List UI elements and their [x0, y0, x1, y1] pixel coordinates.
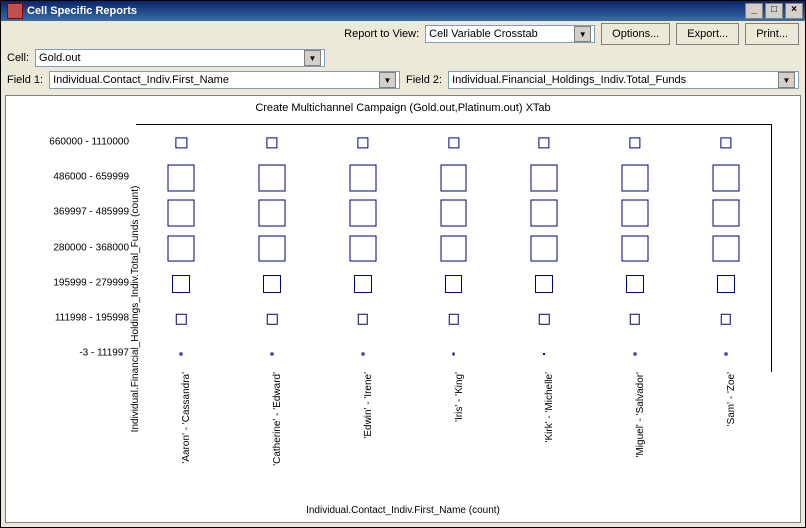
chart-area: Create Multichannel Campaign (Gold.out,P…: [5, 95, 801, 523]
maximize-button[interactable]: □: [765, 3, 783, 19]
x-tick-label: 'Miguel' - 'Salvador': [635, 372, 646, 457]
crosstab-cell: [629, 137, 640, 148]
crosstab-cell: [271, 353, 274, 356]
crosstab-cell: [180, 353, 183, 356]
field1-label: Field 1:: [7, 74, 43, 86]
crosstab-cell: [717, 275, 735, 293]
crosstab-cell: [452, 353, 455, 356]
crosstab-cell: [531, 164, 558, 191]
field1-value: Individual.Contact_Indiv.First_Name: [53, 74, 377, 86]
crosstab-cell: [172, 275, 190, 293]
crosstab-cell: [712, 235, 739, 262]
report-to-view-label: Report to View:: [344, 28, 419, 40]
crosstab-cell: [539, 314, 549, 324]
crosstab-cell: [357, 137, 368, 148]
crosstab-cell: [440, 235, 467, 262]
chevron-down-icon: ▼: [304, 50, 321, 66]
crosstab-cell: [176, 314, 186, 324]
print-button[interactable]: Print...: [745, 23, 799, 45]
titlebar: Cell Specific Reports _ □ ×: [1, 1, 805, 21]
chevron-down-icon: ▼: [379, 72, 396, 88]
crosstab-cell: [259, 200, 286, 227]
crosstab-cell: [621, 235, 648, 262]
chevron-down-icon: ▼: [778, 72, 795, 88]
crosstab-cell: [259, 164, 286, 191]
plot-area: [136, 124, 772, 372]
crosstab-cell: [720, 137, 731, 148]
crosstab-cell: [440, 200, 467, 227]
field-row: Field 1: Individual.Contact_Indiv.First_…: [1, 69, 805, 91]
crosstab-cell: [543, 353, 545, 355]
x-tick-label: 'Kirk' - 'Michelle': [544, 372, 555, 442]
y-tick-label: 195999 - 279999: [53, 277, 129, 288]
crosstab-cell: [168, 164, 195, 191]
cell-select[interactable]: Gold.out ▼: [35, 49, 325, 67]
crosstab-cell: [621, 200, 648, 227]
crosstab-cell: [266, 137, 277, 148]
y-tick-label: 280000 - 368000: [53, 242, 129, 253]
minimize-button[interactable]: _: [745, 3, 763, 19]
export-button[interactable]: Export...: [676, 23, 739, 45]
window-frame: Cell Specific Reports _ □ × Report to Vi…: [0, 0, 806, 528]
field1-select[interactable]: Individual.Contact_Indiv.First_Name ▼: [49, 71, 400, 89]
x-tick-label: 'Aaron' - 'Cassandra': [181, 372, 192, 464]
window-title: Cell Specific Reports: [27, 5, 743, 17]
chevron-down-icon: ▼: [574, 26, 591, 42]
y-tick-label: 660000 - 1110000: [49, 136, 129, 147]
crosstab-cell: [349, 164, 376, 191]
options-button[interactable]: Options...: [601, 23, 670, 45]
crosstab-cell: [263, 275, 281, 293]
report-to-view-select[interactable]: Cell Variable Crosstab ▼: [425, 25, 595, 43]
cell-row: Cell: Gold.out ▼: [1, 47, 805, 69]
crosstab-cell: [168, 235, 195, 262]
y-tick-label: 369997 - 485999: [53, 207, 129, 218]
crosstab-cell: [712, 164, 739, 191]
y-tick-label: 486000 - 659999: [53, 171, 129, 182]
crosstab-cell: [621, 164, 648, 191]
field2-select[interactable]: Individual.Financial_Holdings_Indiv.Tota…: [448, 71, 799, 89]
x-tick-label: 'Sam' - 'Zoe': [726, 372, 737, 426]
crosstab-cell: [267, 314, 277, 324]
crosstab-cell: [349, 235, 376, 262]
crosstab-cell: [531, 235, 558, 262]
field2-value: Individual.Financial_Holdings_Indiv.Tota…: [452, 74, 776, 86]
cell-label: Cell:: [7, 52, 29, 64]
crosstab-cell: [361, 353, 364, 356]
chart-title: Create Multichannel Campaign (Gold.out,P…: [6, 96, 800, 120]
crosstab-cell: [539, 137, 550, 148]
crosstab-cell: [354, 275, 372, 293]
crosstab-cell: [630, 314, 640, 324]
crosstab-cell: [724, 353, 727, 356]
x-tick-label: 'Iris' - 'King': [454, 372, 465, 422]
cell-value: Gold.out: [39, 52, 302, 64]
crosstab-cell: [626, 275, 644, 293]
report-to-view-value: Cell Variable Crosstab: [429, 28, 572, 40]
crosstab-cell: [448, 314, 458, 324]
x-axis-title: Individual.Contact_Indiv.First_Name (cou…: [6, 505, 800, 516]
crosstab-cell: [712, 200, 739, 227]
app-icon: [7, 3, 23, 19]
y-axis-labels: 660000 - 1110000486000 - 659999369997 - …: [71, 124, 131, 372]
y-tick-label: 111998 - 195998: [55, 313, 129, 324]
crosstab-cell: [531, 200, 558, 227]
crosstab-cell: [445, 275, 463, 293]
crosstab-cell: [176, 137, 187, 148]
crosstab-cell: [440, 164, 467, 191]
toolbar: Report to View: Cell Variable Crosstab ▼…: [1, 21, 805, 47]
close-button[interactable]: ×: [785, 3, 803, 19]
crosstab-cell: [358, 314, 368, 324]
crosstab-cell: [448, 137, 459, 148]
crosstab-cell: [535, 275, 553, 293]
crosstab-cell: [720, 314, 730, 324]
x-tick-label: 'Catherine' - 'Edward': [272, 372, 283, 466]
crosstab-cell: [349, 200, 376, 227]
crosstab-cell: [633, 353, 636, 356]
field2-label: Field 2:: [406, 74, 442, 86]
x-tick-label: 'Edwin' - 'Irene': [363, 372, 374, 439]
y-tick-label: -3 - 111997: [79, 348, 129, 359]
crosstab-cell: [168, 200, 195, 227]
crosstab-cell: [259, 235, 286, 262]
x-axis-labels: 'Aaron' - 'Cassandra' 'Catherine' - 'Edwa…: [136, 372, 772, 482]
